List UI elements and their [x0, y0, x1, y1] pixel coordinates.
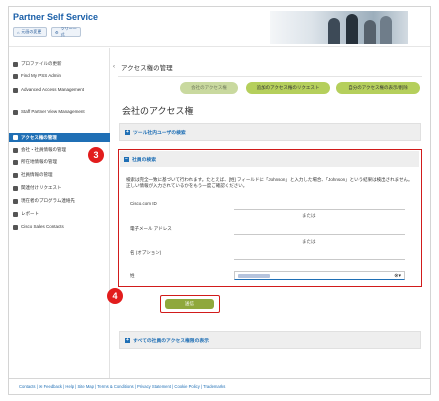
sidebar-item-association-requests[interactable]: 関連付けリクエスト — [9, 185, 110, 194]
sidebar-item-label: 会社・社員情報の管理 — [21, 147, 66, 152]
sidebar-item-reports[interactable]: レポート — [9, 211, 110, 220]
sidebar-nav: プロファイルの更新 Find My PSS Admin Advanced Acc… — [9, 48, 110, 378]
sidebar-item-label: Cisco Sales Contacts — [21, 224, 64, 229]
sidebar-item-label: Advanced Access Management — [21, 87, 85, 92]
sidebar-item-employees[interactable]: 社員情報の管理 — [9, 172, 110, 181]
request-access-button[interactable]: 追加のアクセス権のリクエスト — [246, 82, 330, 94]
email-input[interactable] — [234, 234, 405, 235]
page-footer[interactable]: Contacts | ✉ Feedback | Help | Site Map … — [9, 378, 430, 394]
all-access-panel[interactable]: + すべての社員のアクセス権限の表示 — [119, 331, 421, 349]
step-3-callout: 3 — [88, 147, 104, 163]
divider — [118, 76, 422, 77]
sidebar-item-program-contacts[interactable]: 現在者のプログラム連絡先 — [9, 198, 110, 207]
page-header: Partner Self Service ⌂ 元画の変更 ⚙ ツリー一式 — [9, 7, 430, 47]
cco-id-label: Cisco.com ID — [130, 201, 157, 206]
sidebar-item-label: レポート — [21, 211, 39, 216]
brand-title: Partner Self Service — [13, 12, 99, 22]
app-window: Partner Self Service ⌂ 元画の変更 ⚙ ツリー一式 プロフ… — [8, 6, 431, 395]
or-separator: または — [302, 213, 316, 218]
location-icon — [13, 159, 18, 165]
employee-search-panel: − 社員の検索 検索は完全一致に基づいて行われます。たとえば、[姓] フィールド… — [118, 149, 422, 287]
sidebar-item-label: 所在地情報の管理 — [21, 159, 57, 164]
sidebar-item-label: 社員情報の管理 — [21, 172, 53, 177]
sidebar-item-label: Find My PSS Admin — [21, 73, 62, 78]
tools-user-search-panel[interactable]: + ツール社内ユーザの検索 — [119, 123, 421, 141]
search-instructions: 検索は完全一致に基づいて行われます。たとえば、[姓] フィールドに「Johnso… — [126, 177, 413, 189]
people-icon — [13, 172, 18, 178]
building-icon — [13, 147, 18, 153]
sidebar-item-label: プロファイルの更新 — [21, 61, 62, 66]
first-name-input[interactable] — [234, 259, 405, 260]
last-name-label: 姓 — [130, 273, 135, 278]
page-title: 会社のアクセス権 — [122, 106, 194, 116]
expand-icon: + — [125, 336, 130, 343]
sidebar-item-sales-contacts[interactable]: Cisco Sales Contacts — [9, 224, 110, 233]
phone-icon — [13, 224, 18, 230]
or-separator: または — [302, 239, 316, 244]
cco-id-input[interactable] — [234, 209, 405, 210]
submit-button[interactable]: 送信 — [165, 299, 214, 309]
panel-label: ツール社内ユーザの検索 — [133, 130, 186, 136]
collapse-sidebar-icon[interactable]: ‹ — [113, 64, 115, 70]
employee-search-header[interactable]: − 社員の検索 — [120, 151, 419, 167]
last-name-input[interactable]: ⊗▾ — [234, 271, 405, 280]
sidebar-item-advanced-access[interactable]: Advanced Access Management — [9, 87, 110, 100]
header-banner-image — [270, 11, 408, 44]
home-button[interactable]: ⌂ 元画の変更 — [13, 27, 47, 37]
submit-highlight: 送信 — [160, 295, 220, 313]
sidebar-item-label: アクセス権の管理 — [21, 134, 57, 140]
sidebar-item-label: Staff Partner View Management — [21, 109, 85, 114]
sidebar-item-label: 現在者のプログラム連絡先 — [21, 198, 75, 203]
tools-button[interactable]: ⚙ ツリー一式 — [51, 26, 81, 37]
user-group-icon — [13, 87, 18, 93]
page-heading: アクセス権の管理 — [121, 65, 173, 72]
sidebar-item-staff-view[interactable]: Staff Partner View Management — [9, 109, 110, 122]
home-button-label: 元画の変更 — [21, 29, 42, 34]
main-content: ‹ アクセス権の管理 会社のアクセス権 追加のアクセス権のリクエスト 自分のアク… — [110, 48, 430, 378]
sidebar-item-find-admin[interactable]: Find My PSS Admin — [9, 73, 110, 82]
sidebar-item-label: 関連付けリクエスト — [21, 185, 62, 190]
view-own-access-button[interactable]: 自分のアクセス権の表示/削除 — [336, 82, 420, 94]
first-name-label: 名 (オプション) — [130, 250, 162, 255]
contact-icon — [13, 198, 18, 204]
link-icon — [13, 185, 18, 191]
redacted-value — [238, 274, 270, 278]
eye-icon — [13, 109, 18, 115]
panel-label: 社員の検索 — [132, 157, 156, 163]
sidebar-item-profile[interactable]: プロファイルの更新 — [9, 61, 110, 70]
email-label: 電子メール アドレス — [130, 226, 172, 231]
sidebar-item-access-management[interactable]: アクセス権の管理 — [9, 133, 110, 142]
key-icon — [13, 135, 18, 141]
report-icon — [13, 211, 18, 217]
step-4-callout: 4 — [107, 288, 123, 304]
tools-button-label: ツリー一式 — [60, 26, 77, 37]
company-access-button[interactable]: 会社のアクセス権 — [180, 82, 238, 94]
collapse-icon: − — [124, 155, 129, 162]
expand-icon: + — [125, 128, 130, 135]
home-icon: ⌂ — [17, 29, 20, 35]
panel-label: すべての社員のアクセス権限の表示 — [133, 338, 209, 344]
person-icon — [13, 61, 18, 67]
search-icon — [13, 73, 18, 79]
clear-dropdown-icon[interactable]: ⊗▾ — [394, 273, 401, 279]
tools-icon: ⚙ — [55, 29, 59, 35]
